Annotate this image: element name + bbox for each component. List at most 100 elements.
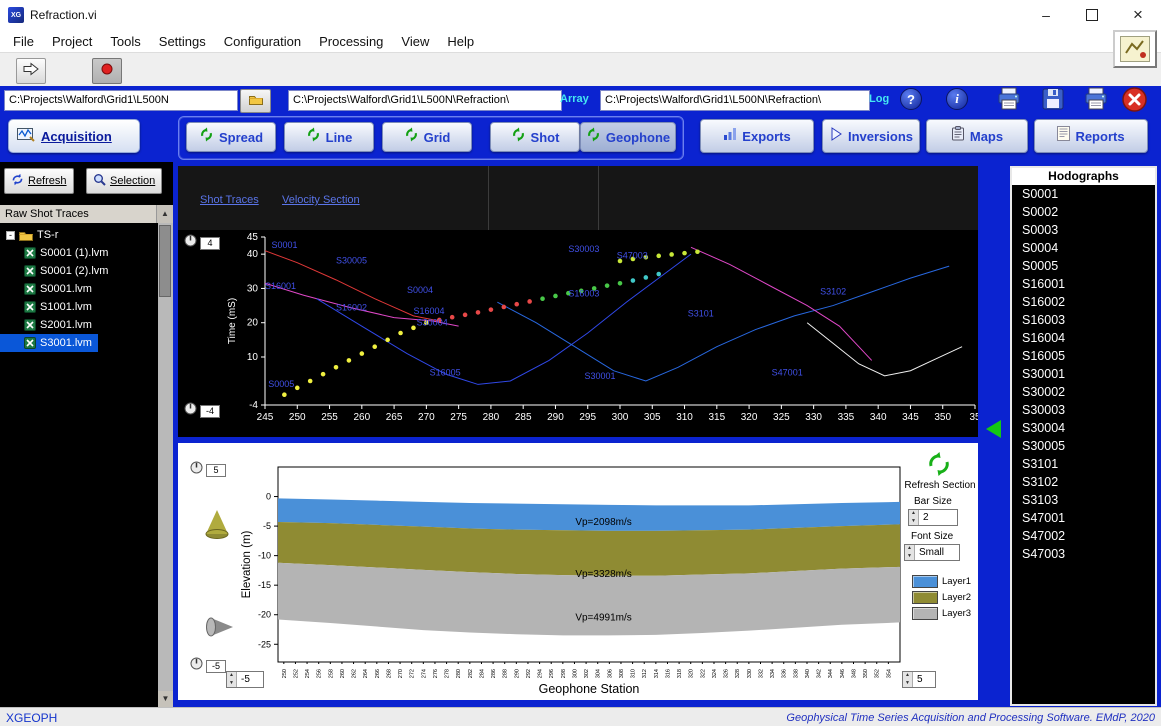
svg-text:352: 352: [875, 669, 881, 678]
spinner-arrows-icon[interactable]: ▲▼: [903, 672, 913, 687]
menu-item-processing[interactable]: Processing: [310, 34, 392, 49]
tree-item-s1001.lvm[interactable]: S1001.lvm: [0, 298, 98, 316]
x-offset-right-spinner[interactable]: ▲▼5: [902, 671, 936, 688]
menu-item-view[interactable]: View: [392, 34, 438, 49]
save-icon[interactable]: [1041, 87, 1065, 116]
cone-right-icon[interactable]: [204, 615, 234, 644]
tool-button-spread[interactable]: Spread: [186, 122, 276, 152]
collapse-panel-handle[interactable]: [986, 420, 1001, 438]
menu-item-settings[interactable]: Settings: [150, 34, 215, 49]
print-icon[interactable]: [1083, 87, 1109, 116]
svg-text:Vp=4991m/s: Vp=4991m/s: [575, 613, 631, 624]
scroll-down-icon[interactable]: ▼: [158, 691, 173, 707]
browse-folder-button[interactable]: [240, 89, 271, 113]
app-window: XG Refraction.vi – × FileProjectToolsSet…: [0, 0, 1161, 726]
stop-button[interactable]: [92, 58, 122, 84]
copy-printer-icon[interactable]: [996, 87, 1022, 116]
hodograph-item-s16005[interactable]: S16005: [1012, 347, 1155, 365]
menu-item-file[interactable]: File: [4, 34, 43, 49]
tree-scrollbar[interactable]: [158, 223, 173, 691]
tool-button-line[interactable]: Line: [284, 122, 374, 152]
svg-text:254: 254: [305, 669, 311, 678]
acquisition-button[interactable]: Acquisition: [8, 119, 140, 153]
module-button-maps[interactable]: Maps: [926, 119, 1028, 153]
spinner-arrows-icon[interactable]: ▲▼: [227, 672, 237, 687]
menu-item-configuration[interactable]: Configuration: [215, 34, 310, 49]
project-path-input[interactable]: C:\Projects\Walford\Grid1\L500N: [4, 90, 238, 111]
menu-item-project[interactable]: Project: [43, 34, 101, 49]
info-icon[interactable]: i: [946, 88, 968, 110]
module-button-inversions[interactable]: Inversions: [822, 119, 920, 153]
svg-text:252: 252: [293, 669, 299, 678]
refresh-button[interactable]: Refresh: [4, 168, 74, 194]
tool-button-grid[interactable]: Grid: [382, 122, 472, 152]
module-button-exports[interactable]: Exports: [700, 119, 814, 153]
font-size-spinner[interactable]: ▲▼Small: [904, 544, 960, 561]
exit-icon[interactable]: [1122, 87, 1147, 117]
tree-item-s3001.lvm[interactable]: S3001.lvm: [0, 334, 98, 352]
collapse-expander-icon[interactable]: -: [6, 231, 15, 240]
array-path-input[interactable]: C:\Projects\Walford\Grid1\L500N\Refracti…: [288, 90, 562, 111]
recycle-icon: [306, 127, 321, 147]
svg-text:264: 264: [363, 669, 369, 678]
bar-size-spinner[interactable]: ▲▼2: [908, 509, 958, 526]
module-button-reports[interactable]: Reports: [1034, 119, 1148, 153]
menu-item-help[interactable]: Help: [438, 34, 483, 49]
tree-root-folder[interactable]: -TS-r: [0, 226, 64, 244]
hodograph-item-s16004[interactable]: S16004: [1012, 329, 1155, 347]
svg-text:245: 245: [257, 412, 274, 423]
scroll-up-icon[interactable]: ▲: [156, 205, 173, 223]
maximize-icon: [1086, 9, 1098, 21]
spinner-arrows-icon[interactable]: ▲▼: [905, 545, 915, 560]
shot-tree: -TS-rS0001 (1).lvmS0001 (2).lvmS0001.lvm…: [0, 226, 158, 352]
hodograph-item-s30001[interactable]: S30001: [1012, 365, 1155, 383]
hodograph-item-s30002[interactable]: S30002: [1012, 383, 1155, 401]
hodograph-item-s3102[interactable]: S3102: [1012, 473, 1155, 491]
hodograph-item-s30005[interactable]: S30005: [1012, 437, 1155, 455]
hodograph-item-s0004[interactable]: S0004: [1012, 239, 1155, 257]
cone-up-icon[interactable]: [204, 509, 230, 544]
hodograph-item-s30003[interactable]: S30003: [1012, 401, 1155, 419]
hodograph-item-s47002[interactable]: S47002: [1012, 527, 1155, 545]
elevation-max-knob[interactable]: 5: [190, 461, 226, 479]
svg-text:295: 295: [579, 412, 596, 423]
close-button[interactable]: ×: [1115, 0, 1161, 30]
tree-item-s2001.lvm[interactable]: S2001.lvm: [0, 316, 98, 334]
help-icon[interactable]: ?: [900, 88, 922, 110]
tab-velocity-section[interactable]: Velocity Section: [282, 194, 360, 206]
refresh-section-icon[interactable]: [926, 451, 952, 477]
hodograph-item-s16001[interactable]: S16001: [1012, 275, 1155, 293]
svg-text:-20: -20: [258, 610, 271, 620]
hodograph-item-s0001[interactable]: S0001: [1012, 185, 1155, 203]
spinner-arrows-icon[interactable]: ▲▼: [909, 510, 919, 525]
tab-shot-traces[interactable]: Shot Traces: [200, 194, 259, 206]
hodograph-item-s30004[interactable]: S30004: [1012, 419, 1155, 437]
maximize-button[interactable]: [1069, 0, 1115, 30]
hodograph-item-s3101[interactable]: S3101: [1012, 455, 1155, 473]
tree-item-s0001-(1).lvm[interactable]: S0001 (1).lvm: [0, 244, 114, 262]
hodograph-item-s0002[interactable]: S0002: [1012, 203, 1155, 221]
time-axis-min-knob[interactable]: -4: [184, 402, 220, 420]
tool-button-geophone[interactable]: Geophone: [580, 122, 676, 152]
tree-item-s0001-(2).lvm[interactable]: S0001 (2).lvm: [0, 262, 114, 280]
tool-button-shot[interactable]: Shot: [490, 122, 580, 152]
scrollbar-thumb[interactable]: [159, 225, 171, 297]
hodograph-item-s16003[interactable]: S16003: [1012, 311, 1155, 329]
selection-button[interactable]: Selection: [86, 168, 162, 194]
hodograph-item-s3103[interactable]: S3103: [1012, 491, 1155, 509]
x-offset-left-spinner[interactable]: ▲▼-5: [226, 671, 264, 688]
exports-icon: [723, 127, 737, 146]
hodograph-item-s47003[interactable]: S47003: [1012, 545, 1155, 563]
hodograph-item-s16002[interactable]: S16002: [1012, 293, 1155, 311]
hodograph-item-s0003[interactable]: S0003: [1012, 221, 1155, 239]
minimize-button[interactable]: –: [1023, 0, 1069, 30]
inversions-icon: [829, 127, 843, 146]
elevation-min-knob[interactable]: -5: [190, 657, 226, 675]
time-axis-max-knob[interactable]: 4: [184, 234, 220, 252]
log-path-input[interactable]: C:\Projects\Walford\Grid1\L500N\Refracti…: [600, 90, 870, 111]
hodograph-item-s47001[interactable]: S47001: [1012, 509, 1155, 527]
hodograph-item-s0005[interactable]: S0005: [1012, 257, 1155, 275]
run-button[interactable]: [16, 58, 46, 84]
menu-item-tools[interactable]: Tools: [101, 34, 149, 49]
tree-item-s0001.lvm[interactable]: S0001.lvm: [0, 280, 98, 298]
